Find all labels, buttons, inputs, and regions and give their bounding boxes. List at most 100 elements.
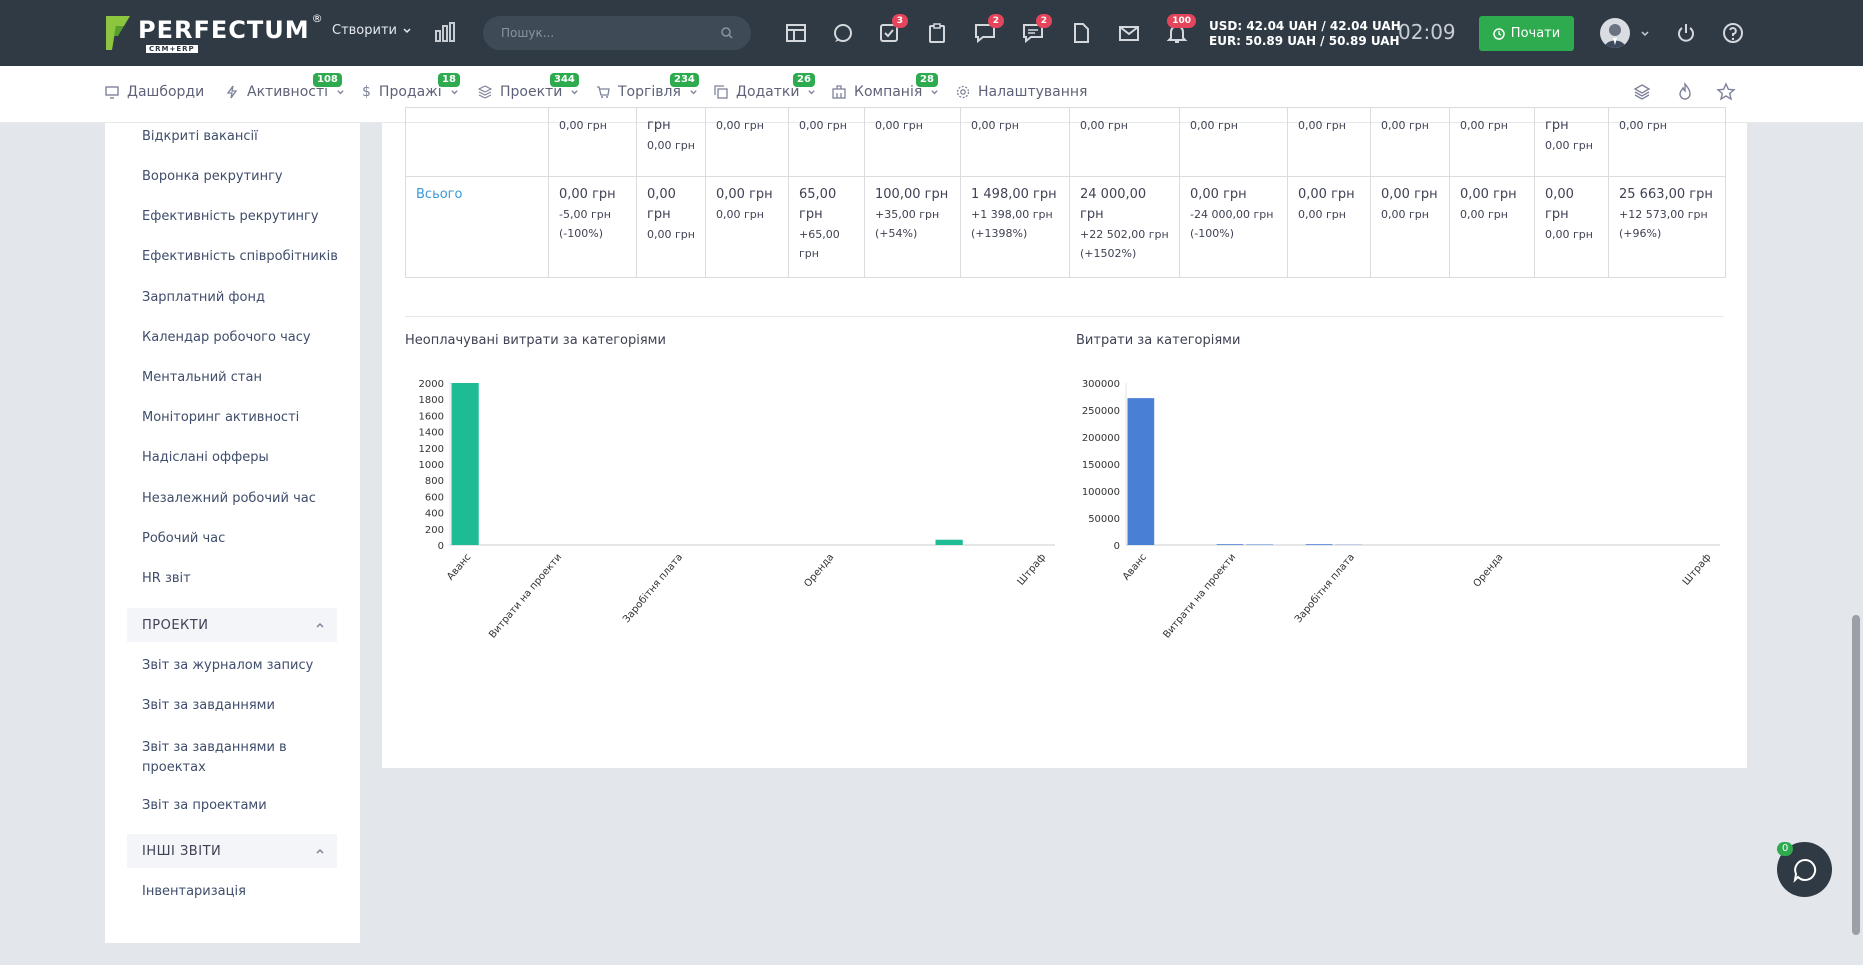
- chat-icon[interactable]: 2: [974, 14, 1004, 44]
- bell-icon[interactable]: 100: [1166, 14, 1196, 44]
- table-cell: 0,00 грн: [960, 107, 1070, 177]
- sidebar-item-work-calendar[interactable]: Календар робочого часу: [142, 330, 311, 345]
- nav-label: Додатки: [736, 84, 800, 100]
- logo[interactable]: PERFECTUM ® CRM+ERP: [104, 12, 323, 53]
- nav-settings[interactable]: Налаштування: [956, 84, 1087, 100]
- table-cell: 0,00 грн -5,00 грн (-100%): [548, 176, 637, 278]
- table-cell: [405, 107, 549, 177]
- sidebar-item-hr-report[interactable]: HR звіт: [142, 571, 191, 586]
- chart-bar: [1305, 544, 1333, 545]
- chat-fab-button[interactable]: 0: [1777, 842, 1832, 897]
- search-input[interactable]: [501, 26, 701, 40]
- sidebar-item-tasks-in-projects-report[interactable]: Звіт за завданнями в проектах: [142, 738, 287, 778]
- x-tick-label: Оренда: [802, 552, 836, 590]
- x-tick-label: Аванс: [445, 552, 473, 583]
- table-cell: 0,00 грн 0,00 грн: [1449, 176, 1535, 278]
- nav-sales[interactable]: $ Продажі 18: [362, 73, 460, 100]
- y-tick-label: 0: [438, 541, 444, 552]
- cell-value: 1 498,00 грн: [971, 187, 1057, 202]
- chat-badge: 2: [987, 14, 1004, 28]
- sidebar-section-projects[interactable]: ПРОЕКТИ: [127, 608, 337, 642]
- table-cell: грн 0,00 грн: [1534, 107, 1609, 177]
- chevron-down-icon: [571, 89, 578, 94]
- scrollbar[interactable]: [1852, 615, 1860, 935]
- sidebar-section-other-reports[interactable]: ІНШІ ЗВІТИ: [127, 834, 337, 868]
- power-icon[interactable]: [1675, 22, 1697, 44]
- currency-rates: USD: 42.04 UAH / 42.04 UAH EUR: 50.89 UA…: [1209, 19, 1401, 49]
- section-title: ПРОЕКТИ: [142, 617, 209, 633]
- table-cell: 0,00 грн: [864, 107, 961, 177]
- chevron-down-icon: [403, 27, 411, 33]
- table-cell: 25 663,00 грн +12 573,00 грн (+96%): [1608, 176, 1726, 278]
- total-link[interactable]: Всього: [416, 187, 462, 202]
- cell-sub: 0,00 грн: [1545, 139, 1593, 152]
- sidebar-item-recruiting-efficiency[interactable]: Ефективність рекрутингу: [142, 209, 319, 224]
- link-line: проектах: [142, 760, 206, 775]
- sidebar-item-payroll-fund[interactable]: Зарплатний фонд: [142, 290, 265, 305]
- sidebar-item-projects-report[interactable]: Звіт за проектами: [142, 798, 267, 813]
- bar-chart-icon[interactable]: [434, 22, 456, 42]
- sidebar-item-activity-monitoring[interactable]: Моніторинг активності: [142, 410, 299, 425]
- nav-activities[interactable]: Активності 108: [225, 73, 345, 100]
- sidebar-item-tasks-report[interactable]: Звіт за завданнями: [142, 698, 275, 713]
- nav-dashboards[interactable]: Дашборди: [105, 84, 204, 100]
- sidebar-item-work-time[interactable]: Робочий час: [142, 531, 225, 546]
- start-timer-button[interactable]: Почати: [1479, 16, 1574, 51]
- y-tick-label: 1800: [419, 395, 444, 406]
- y-tick-label: 1000: [419, 460, 444, 471]
- search-icon[interactable]: [721, 27, 733, 39]
- clipboard-icon[interactable]: [926, 22, 948, 44]
- nav-trade[interactable]: Торгівля 234: [596, 73, 699, 100]
- chart-bar: [1216, 544, 1244, 545]
- sidebar: Відкриті вакансії Воронка рекрутингу Ефе…: [105, 123, 360, 943]
- star-icon[interactable]: [1716, 82, 1736, 102]
- help-icon[interactable]: [1722, 22, 1744, 44]
- cell-value: грн: [647, 207, 671, 222]
- sidebar-item-mental-state[interactable]: Ментальний стан: [142, 370, 262, 385]
- table-cell: 0,00 грн: [1370, 107, 1450, 177]
- sidebar-item-inventory[interactable]: Інвентаризація: [142, 884, 246, 899]
- nav-company[interactable]: Компанія 28: [832, 73, 939, 100]
- nav-projects[interactable]: Проекти 344: [478, 73, 579, 100]
- x-tick-label: Штраф: [1681, 552, 1714, 588]
- sidebar-item-sent-offers[interactable]: Надіслані офферы: [142, 450, 269, 465]
- sidebar-item-employee-efficiency[interactable]: Ефективність співробітників: [142, 249, 338, 264]
- logo-registered-mark: ®: [311, 12, 323, 25]
- nav-badge: 234: [670, 73, 699, 87]
- table-row-total: Всього 0,00 грн -5,00 грн (-100%) 0,00 грн 0…: [405, 176, 1726, 278]
- search-box[interactable]: [483, 16, 751, 50]
- cell-value: 0,00 грн: [1190, 119, 1238, 132]
- nav-addons[interactable]: Додатки 26: [714, 73, 816, 100]
- y-tick-label: 0: [1114, 541, 1120, 552]
- y-tick-label: 200: [425, 525, 444, 536]
- chevron-down-icon[interactable]: [1640, 29, 1650, 39]
- nav-label: Компанія: [854, 84, 923, 100]
- building-icon: [832, 85, 846, 99]
- table-cell: 0,00 грн 0,00 грн: [1287, 176, 1371, 278]
- avatar[interactable]: [1600, 18, 1630, 48]
- nav-badge: 28: [916, 73, 938, 87]
- y-tick-label: 800: [425, 476, 444, 487]
- table-cell: 0,00 грн 0,00 грн: [636, 176, 706, 278]
- comment-icon[interactable]: [832, 22, 854, 44]
- chevron-up-icon: [316, 848, 324, 854]
- sidebar-item-journal-report[interactable]: Звіт за журналом запису: [142, 658, 313, 673]
- y-tick-label: 150000: [1082, 460, 1120, 471]
- cell-value: 0,00 грн: [1460, 119, 1508, 132]
- y-tick-label: 1400: [419, 428, 444, 439]
- tasks-icon[interactable]: 3: [878, 14, 908, 44]
- sidebar-item-independent-work-time[interactable]: Незалежний робочий час: [142, 491, 316, 506]
- sidebar-item-recruiting-funnel[interactable]: Воронка рекрутингу: [142, 169, 283, 184]
- clock-icon: [1493, 27, 1505, 40]
- layers-icon[interactable]: [1632, 82, 1652, 102]
- kanban-icon[interactable]: [785, 22, 807, 44]
- table-cell: 0,00 грн: [1179, 107, 1288, 177]
- messages-icon[interactable]: 2: [1022, 14, 1052, 44]
- document-icon[interactable]: [1070, 22, 1092, 44]
- mail-icon[interactable]: [1118, 22, 1140, 44]
- sidebar-item-open-vacancies[interactable]: Відкриті вакансії: [142, 129, 258, 144]
- fire-icon[interactable]: [1675, 82, 1695, 102]
- unpaid-expenses-chart: 0 200 400 600 800 1000 1200 1400 1600 1800 2000 Ава…: [419, 379, 1055, 641]
- monitor-icon: [105, 86, 119, 99]
- create-button[interactable]: Створити: [332, 23, 412, 38]
